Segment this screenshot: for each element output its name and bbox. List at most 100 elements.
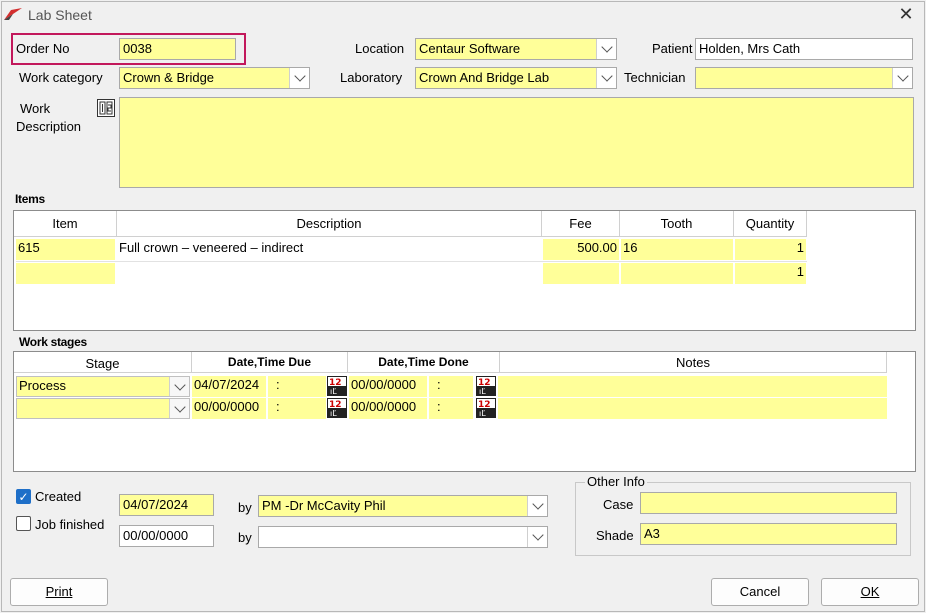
chevron-down-icon[interactable] <box>596 39 616 59</box>
calendar-icon[interactable]: 12 ıĽ <box>327 398 347 418</box>
col-fee[interactable]: Fee <box>542 216 619 231</box>
work-category-value: Crown & Bridge <box>123 70 215 85</box>
item-code[interactable] <box>16 263 115 284</box>
case-label: Case <box>603 497 634 512</box>
created-by-label: by <box>238 500 252 515</box>
done-time[interactable]: : <box>429 398 473 419</box>
item-description[interactable]: Full crown – veneered – indirect <box>117 239 541 260</box>
stage-select[interactable]: Process <box>16 376 190 397</box>
item-quantity[interactable]: 1 <box>735 239 806 260</box>
close-icon[interactable]: ✕ <box>896 4 916 24</box>
work-stages-section-label: Work stages <box>19 335 87 349</box>
cancel-button[interactable]: Cancel <box>711 578 809 606</box>
done-date[interactable]: 00/00/0000 <box>349 398 427 419</box>
order-no-label: Order No <box>16 41 70 56</box>
col-item[interactable]: Item <box>14 216 116 231</box>
ok-button[interactable]: OK <box>821 578 919 606</box>
item-tooth[interactable]: 16 <box>621 239 733 260</box>
finished-by-label: by <box>238 530 252 545</box>
chevron-down-icon[interactable] <box>169 399 189 418</box>
patient-field[interactable]: Holden, Mrs Cath <box>695 38 913 60</box>
table-row[interactable]: 1 <box>16 263 807 285</box>
stage-value: Process <box>19 378 66 393</box>
col-date-done[interactable]: Date,Time Done <box>348 355 499 369</box>
items-section-label: Items <box>15 192 45 206</box>
shade-label: Shade <box>596 528 634 543</box>
work-category-select[interactable]: Crown & Bridge <box>119 67 310 89</box>
work-description-label-2: Description <box>16 119 82 134</box>
due-date[interactable]: 04/07/2024 <box>192 376 266 397</box>
item-fee[interactable]: 500.00 <box>543 239 619 260</box>
item-code[interactable]: 615 <box>16 239 115 260</box>
chevron-down-icon[interactable] <box>527 496 547 516</box>
location-value: Centaur Software <box>419 41 521 56</box>
app-logo-icon <box>4 8 22 20</box>
laboratory-select[interactable]: Crown And Bridge Lab <box>415 67 617 89</box>
col-quantity[interactable]: Quantity <box>734 216 806 231</box>
laboratory-label: Laboratory <box>340 70 403 85</box>
table-row[interactable]: 00/00/0000 : 12 ıĽ 00/00/0000 : 12 ıĽ <box>16 398 887 419</box>
technician-label: Technician <box>624 70 686 85</box>
title-bar <box>0 0 926 30</box>
item-quantity[interactable]: 1 <box>735 263 806 284</box>
col-date-due[interactable]: Date,Time Due <box>192 355 347 369</box>
item-fee[interactable] <box>543 263 619 284</box>
print-button-label: Print <box>45 584 73 599</box>
print-button[interactable]: Print <box>10 578 108 606</box>
stage-notes[interactable] <box>498 398 887 419</box>
ok-button-label: OK <box>860 584 880 599</box>
finished-date-field[interactable]: 00/00/0000 <box>119 525 214 547</box>
col-description[interactable]: Description <box>117 216 541 231</box>
location-select[interactable]: Centaur Software <box>415 38 617 60</box>
calendar-icon[interactable]: 12 ıĽ <box>476 398 496 418</box>
chevron-down-icon[interactable] <box>169 377 189 396</box>
items-table: Item Description Fee Tooth Quantity 615 … <box>13 210 916 331</box>
chevron-down-icon[interactable] <box>527 527 547 547</box>
chevron-down-icon[interactable] <box>596 68 616 88</box>
due-time[interactable]: : <box>268 398 326 419</box>
calendar-icon[interactable]: 12 ıĽ <box>476 376 496 396</box>
chevron-down-icon[interactable] <box>892 68 912 88</box>
laboratory-value: Crown And Bridge Lab <box>419 70 550 85</box>
work-description-field[interactable] <box>119 97 914 188</box>
col-notes[interactable]: Notes <box>500 355 886 370</box>
window-title: Lab Sheet <box>28 7 92 23</box>
svg-text:ıĽ: ıĽ <box>479 409 486 418</box>
item-tooth[interactable] <box>621 263 733 284</box>
done-date[interactable]: 00/00/0000 <box>349 376 427 397</box>
shade-field[interactable]: A3 <box>640 523 897 545</box>
other-info-label: Other Info <box>585 474 647 489</box>
svg-text:ıĽ: ıĽ <box>479 387 486 396</box>
due-time[interactable]: : <box>268 376 326 397</box>
stage-notes[interactable] <box>498 376 887 397</box>
stage-select[interactable] <box>16 398 190 419</box>
svg-text:ıĽ: ıĽ <box>330 387 337 396</box>
patient-label: Patient <box>652 41 693 56</box>
due-date[interactable]: 00/00/0000 <box>192 398 266 419</box>
work-stages-table: Stage Date,Time Due Date,Time Done Notes… <box>13 351 916 472</box>
table-row[interactable]: 615 Full crown – veneered – indirect 500… <box>16 239 807 261</box>
created-date-field[interactable]: 04/07/2024 <box>119 494 214 516</box>
col-stage[interactable]: Stage <box>14 356 191 371</box>
job-finished-label: Job finished <box>35 517 105 532</box>
technician-select[interactable] <box>695 67 913 89</box>
created-label: Created <box>35 489 82 504</box>
item-description[interactable] <box>117 263 541 284</box>
created-by-value: PM -Dr McCavity Phil <box>262 498 386 513</box>
calendar-icon[interactable]: 12 ıĽ <box>327 376 347 396</box>
created-checkbox[interactable]: ✓ <box>16 489 31 504</box>
items-header: Item Description Fee Tooth Quantity <box>14 211 807 237</box>
finished-by-select[interactable] <box>258 526 548 548</box>
done-time[interactable]: : <box>429 376 473 397</box>
work-category-label: Work category <box>19 70 103 85</box>
spell-check-icon[interactable] <box>97 99 115 117</box>
table-row[interactable]: Process 04/07/2024 : 12 ıĽ 00/00/0000 : … <box>16 376 887 397</box>
case-field[interactable] <box>640 492 897 514</box>
created-by-select[interactable]: PM -Dr McCavity Phil <box>258 495 548 517</box>
col-tooth[interactable]: Tooth <box>620 216 733 231</box>
job-finished-checkbox[interactable] <box>16 516 31 531</box>
chevron-down-icon[interactable] <box>289 68 309 88</box>
order-no-field[interactable]: 0038 <box>119 38 236 60</box>
location-label: Location <box>355 41 405 56</box>
stages-header: Stage Date,Time Due Date,Time Done Notes <box>14 352 887 373</box>
